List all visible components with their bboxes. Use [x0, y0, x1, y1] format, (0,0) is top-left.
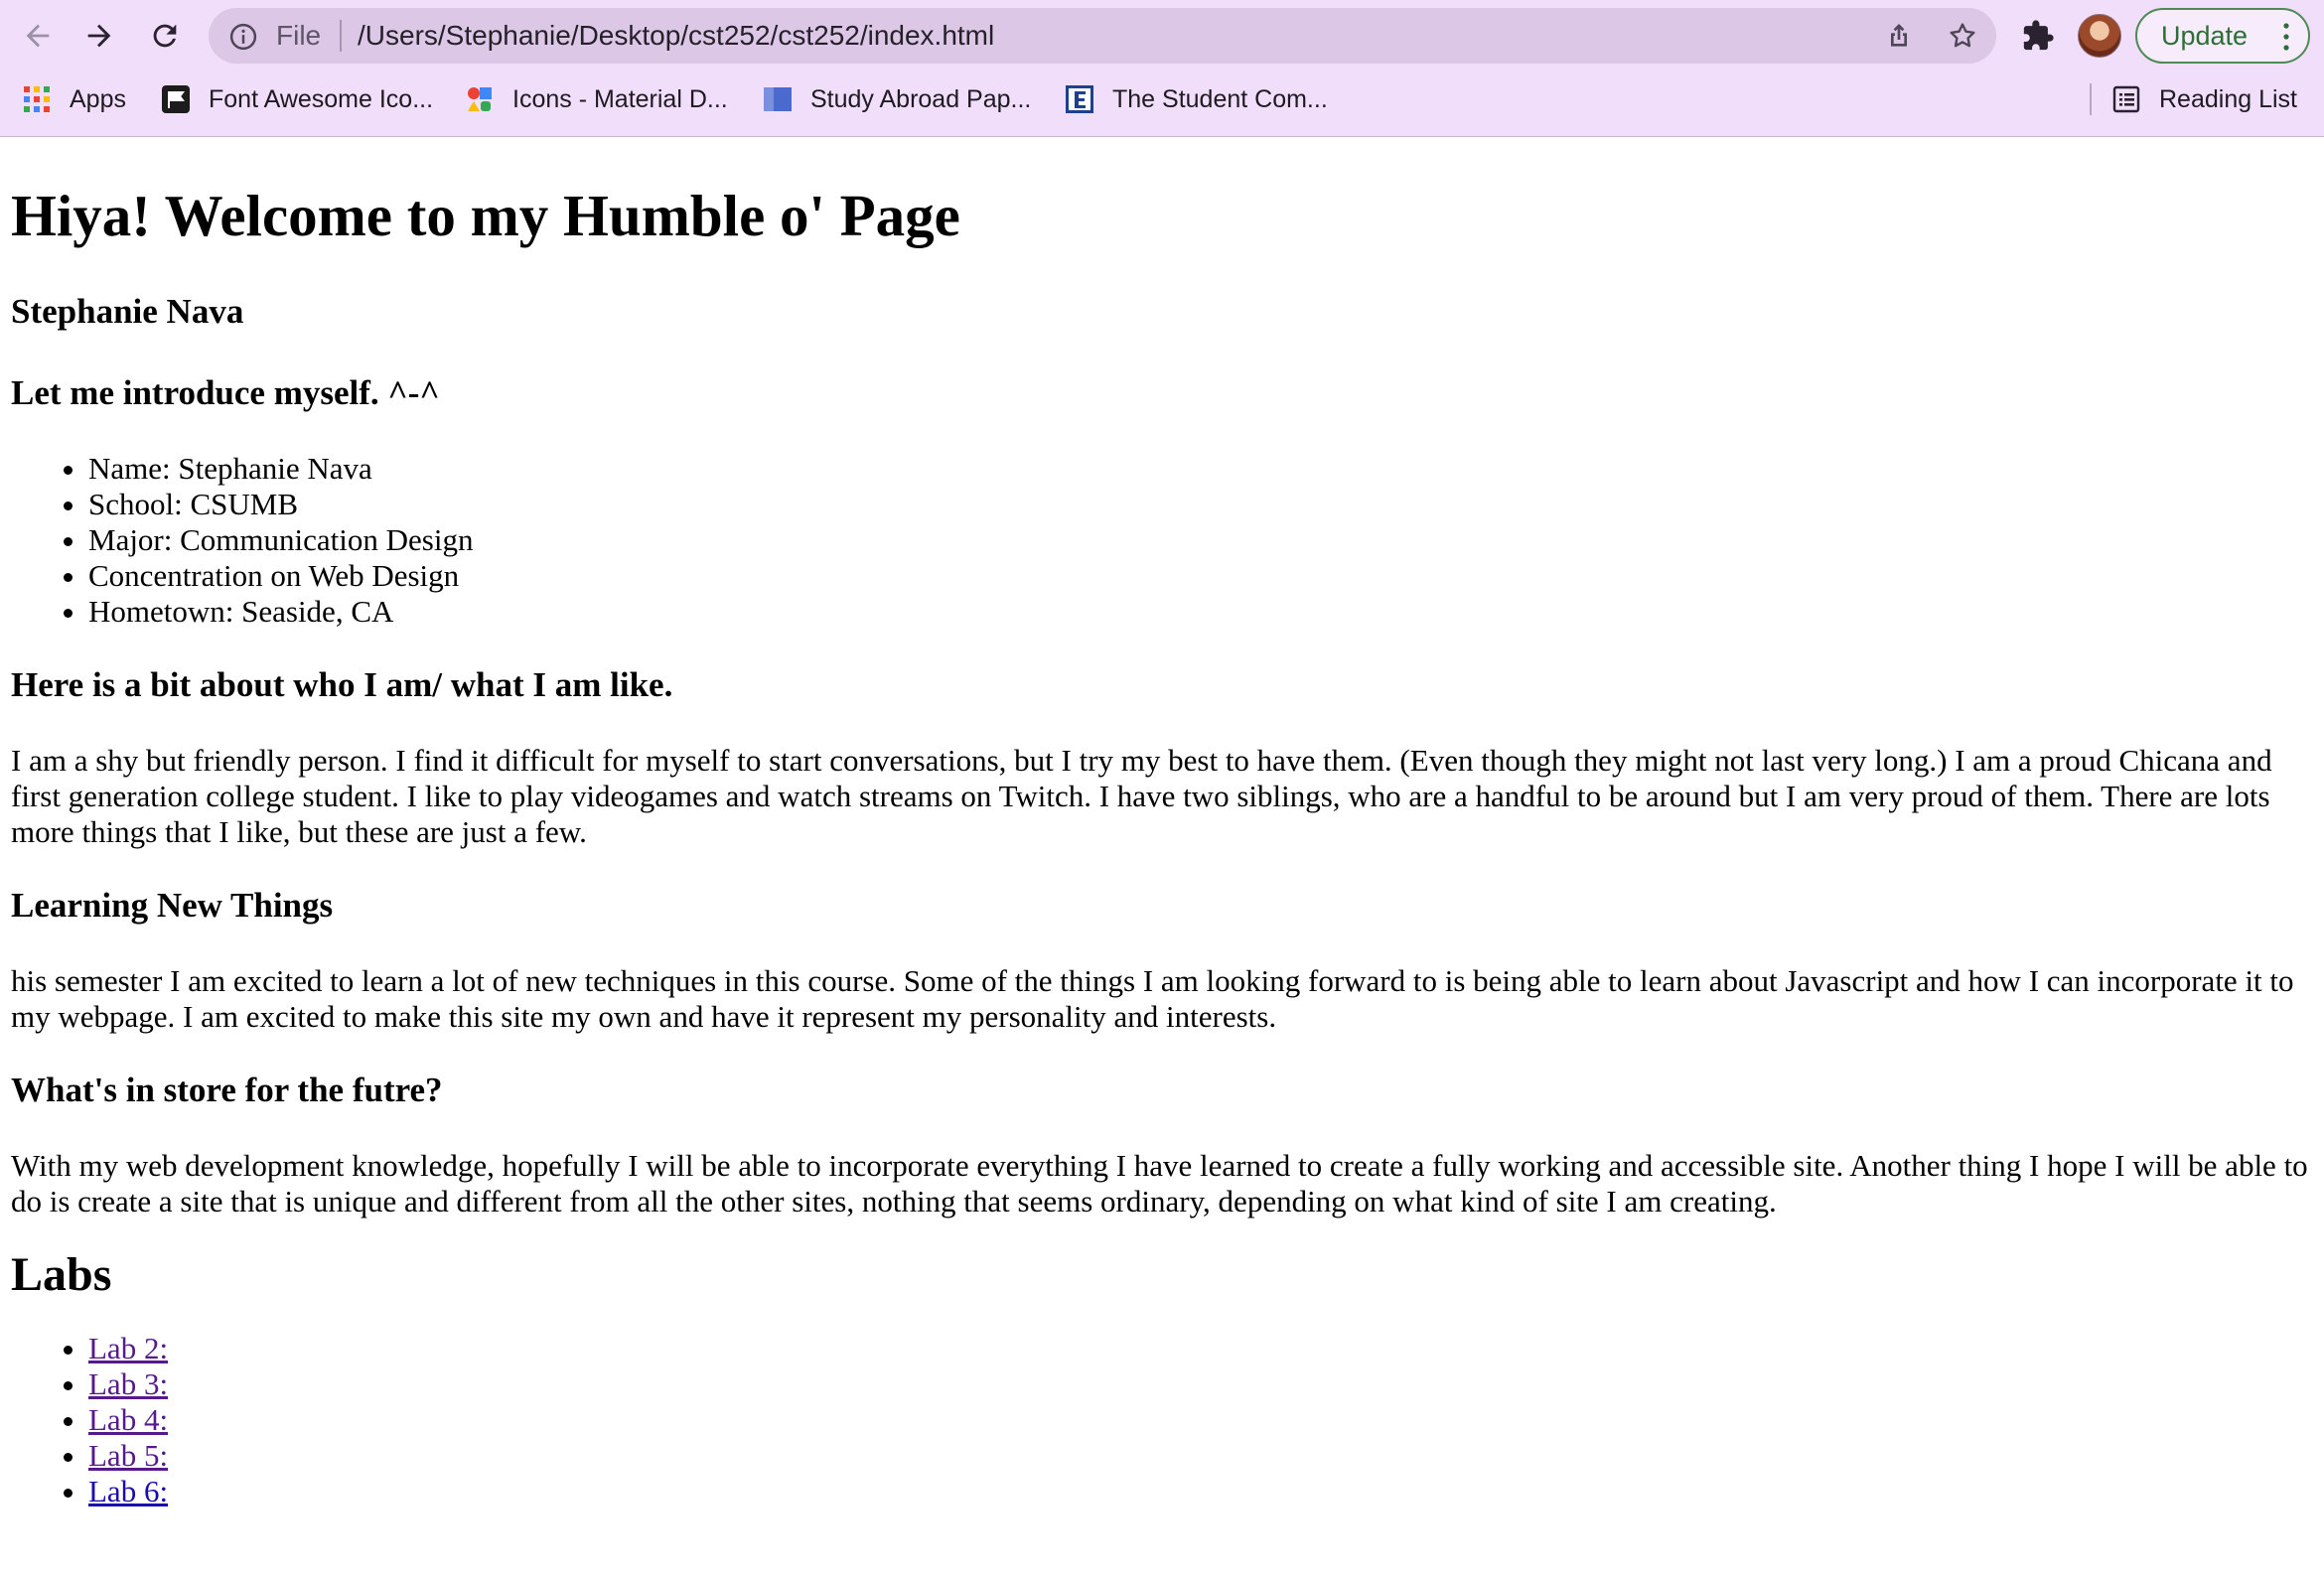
bookmark-label: Icons - Material D... — [512, 84, 728, 113]
list-item: Lab 2: — [88, 1331, 2313, 1366]
bookmark-material-icons[interactable]: Icons - Material D... — [465, 79, 728, 119]
forward-button[interactable] — [75, 12, 123, 60]
avatar[interactable] — [2078, 14, 2121, 58]
list-item: Major: Communication Design — [88, 522, 2313, 558]
font-awesome-flag-icon — [162, 85, 190, 113]
page-content: Hiya! Welcome to my Humble o' Page Steph… — [0, 138, 2324, 1577]
bookmark-font-awesome[interactable]: Font Awesome Ico... — [161, 79, 433, 119]
reading-list-icon — [2112, 85, 2140, 113]
future-heading: What's in store for the futre? — [11, 1071, 443, 1109]
puzzle-icon — [2023, 20, 2054, 51]
reload-button[interactable] — [141, 12, 189, 60]
reading-list-button[interactable]: Reading List — [2111, 79, 2297, 119]
author-heading: Stephanie Nava — [11, 292, 244, 331]
list-item: Concentration on Web Design — [88, 558, 2313, 594]
bookmarks-divider — [2090, 83, 2092, 115]
lab-4-link[interactable]: Lab 4: — [88, 1402, 168, 1437]
lab-2-link[interactable]: Lab 2: — [88, 1331, 168, 1365]
apps-grid-icon — [24, 86, 50, 112]
about-heading: Here is a bit about who I am/ what I am … — [11, 665, 673, 704]
lab-3-link[interactable]: Lab 3: — [88, 1366, 168, 1401]
reading-list-label: Reading List — [2159, 84, 2297, 113]
bookmark-study-abroad[interactable]: Study Abroad Pap... — [763, 79, 1031, 119]
list-item: Lab 5: — [88, 1438, 2313, 1474]
labs-list: Lab 2: Lab 3: Lab 4: Lab 5: Lab 6: — [11, 1331, 2313, 1509]
bookmarks-bar: Apps Font Awesome Ico... Icons - Materia… — [0, 75, 2324, 123]
info-icon[interactable] — [228, 22, 258, 52]
learning-heading: Learning New Things — [11, 886, 334, 925]
learning-paragraph: his semester I am excited to learn a lot… — [11, 963, 2294, 1034]
lab-6-link[interactable]: Lab 6: — [88, 1474, 168, 1508]
url-text[interactable]: /Users/Stephanie/Desktop/cst252/cst252/i… — [358, 18, 994, 54]
bookmark-label: Apps — [70, 84, 126, 113]
labs-heading: Labs — [11, 1248, 112, 1301]
forward-icon — [87, 24, 111, 48]
reload-icon — [153, 24, 177, 48]
bookmark-label: Study Abroad Pap... — [810, 84, 1032, 113]
bookmark-apps[interactable]: Apps — [22, 79, 126, 119]
browser-chrome: File /Users/Stephanie/Desktop/cst252/cst… — [0, 0, 2324, 137]
star-icon[interactable] — [1947, 20, 1978, 52]
list-item: School: CSUMB — [88, 487, 2313, 522]
bookmark-label: Font Awesome Ico... — [209, 84, 434, 113]
back-icon — [26, 24, 50, 48]
material-design-icon — [468, 87, 492, 111]
about-paragraph: I am a shy but friendly person. I find i… — [11, 743, 2272, 849]
share-icon[interactable] — [1883, 20, 1915, 52]
study-abroad-icon — [764, 87, 792, 111]
back-button[interactable] — [14, 12, 62, 60]
address-bar[interactable]: File /Users/Stephanie/Desktop/cst252/cst… — [209, 8, 1996, 64]
list-item: Lab 4: — [88, 1402, 2313, 1438]
bookmark-student-com[interactable]: The Student Com... — [1065, 79, 1328, 119]
url-scheme-label: File — [276, 20, 322, 51]
update-button[interactable]: Update — [2135, 8, 2310, 64]
kebab-icon — [2283, 23, 2289, 51]
extensions-button[interactable] — [2016, 14, 2060, 58]
intro-heading: Let me introduce myself. ^-^ — [11, 373, 440, 412]
intro-list: Name: Stephanie Nava School: CSUMB Major… — [11, 451, 2313, 630]
page-title: Hiya! Welcome to my Humble o' Page — [11, 183, 960, 248]
list-item: Name: Stephanie Nava — [88, 451, 2313, 487]
list-item: Lab 3: — [88, 1366, 2313, 1402]
list-item: Hometown: Seaside, CA — [88, 594, 2313, 630]
url-divider — [340, 20, 342, 52]
bookmark-label: The Student Com... — [1112, 84, 1328, 113]
lab-5-link[interactable]: Lab 5: — [88, 1438, 168, 1473]
list-item: Lab 6: — [88, 1474, 2313, 1509]
browser-toolbar: File /Users/Stephanie/Desktop/cst252/cst… — [0, 0, 2324, 72]
update-label: Update — [2161, 20, 2249, 51]
future-paragraph: With my web development knowledge, hopef… — [11, 1148, 2308, 1219]
student-com-e-icon — [1066, 85, 1093, 113]
